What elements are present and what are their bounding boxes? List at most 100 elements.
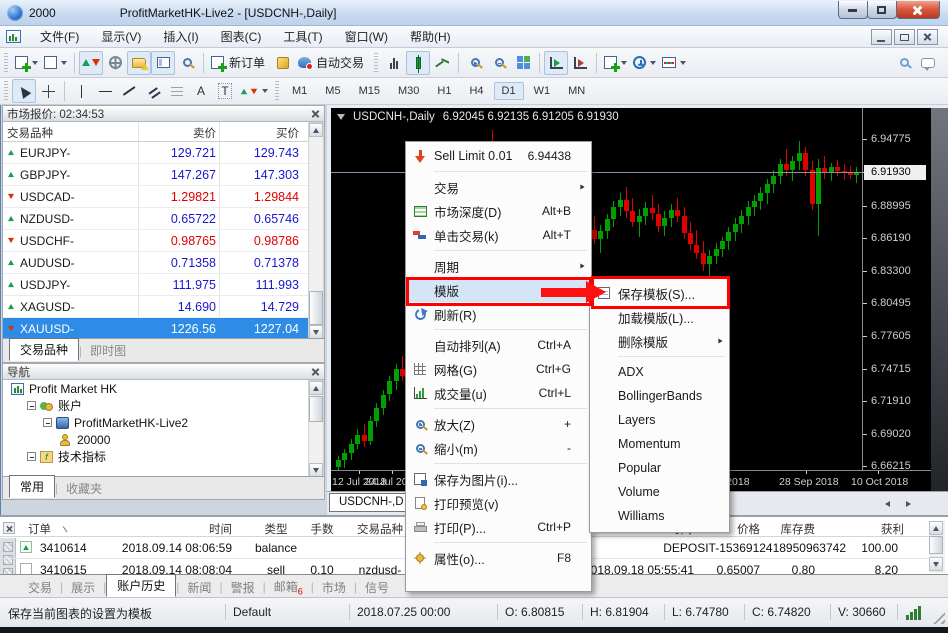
timeframe-h1-button[interactable]: H1 bbox=[429, 82, 459, 100]
text-label-tool-button[interactable]: T bbox=[213, 79, 237, 103]
navigator-close-icon[interactable] bbox=[311, 367, 320, 376]
market-watch-toggle-button[interactable] bbox=[79, 51, 103, 75]
collapse-expander-icon[interactable] bbox=[27, 452, 36, 461]
navigator-item-技术指标[interactable]: f技术指标 bbox=[3, 448, 308, 465]
navigator-item-ProfitMarketHK-Live2[interactable]: ProfitMarketHK-Live2 bbox=[3, 414, 308, 431]
market-watch-row-AUDUSD[interactable]: AUDUSD-0.713580.71378 bbox=[3, 252, 308, 274]
line-chart-button[interactable] bbox=[430, 51, 454, 75]
collapse-expander-icon[interactable] bbox=[43, 418, 52, 427]
metaeditor-button[interactable] bbox=[271, 51, 295, 75]
collapse-expander-icon[interactable] bbox=[27, 401, 36, 410]
toolbar-grip[interactable] bbox=[4, 53, 8, 73]
terminal-tab-警报[interactable]: 警报 bbox=[223, 577, 263, 598]
mdi-minimize-button[interactable] bbox=[871, 29, 892, 45]
toolbar-grip[interactable] bbox=[4, 81, 8, 101]
navigator-item-账户[interactable]: 账户 bbox=[3, 397, 308, 414]
channel-tool-button[interactable] bbox=[141, 79, 165, 103]
timeframe-mn-button[interactable]: MN bbox=[560, 82, 593, 100]
menu-item-插入I[interactable]: 插入(I) bbox=[152, 26, 209, 47]
strategy-tester-button[interactable] bbox=[175, 51, 199, 75]
terminal-toggle-button[interactable] bbox=[151, 51, 175, 75]
context-menu-item-属性o[interactable]: 属性(o)...F8 bbox=[406, 546, 591, 570]
timeframe-w1-button[interactable]: W1 bbox=[526, 82, 559, 100]
toolbar-grip[interactable] bbox=[275, 81, 279, 101]
template-submenu-item-Momentum[interactable]: Momentum bbox=[590, 432, 729, 456]
template-submenu-item-Volume[interactable]: Volume bbox=[590, 480, 729, 504]
resize-grip[interactable] bbox=[932, 611, 945, 624]
terminal-tab-账户历史[interactable]: 账户历史 bbox=[106, 574, 176, 597]
text-tool-button[interactable]: A bbox=[189, 79, 213, 103]
context-menu-item-缩小m[interactable]: 缩小(m)- bbox=[406, 436, 591, 460]
template-submenu-item-删除模版[interactable]: 删除模版 bbox=[590, 329, 729, 353]
context-menu-item-市场深度D[interactable]: 市场深度(D)Alt+B bbox=[406, 199, 591, 223]
price-scale[interactable]: 6.947756.919306.889956.861906.833006.804… bbox=[862, 108, 931, 470]
periods-button[interactable] bbox=[630, 51, 659, 75]
timeframe-h4-button[interactable]: H4 bbox=[461, 82, 491, 100]
chart-window-icon[interactable] bbox=[6, 30, 21, 43]
vertical-line-tool-button[interactable] bbox=[69, 79, 93, 103]
close-button[interactable] bbox=[896, 1, 940, 19]
community-chat-button[interactable] bbox=[916, 51, 940, 75]
context-menu-item-周期[interactable]: 周期 bbox=[406, 254, 591, 278]
zoom-in-button[interactable] bbox=[463, 51, 487, 75]
menu-item-文件F[interactable]: 文件(F) bbox=[29, 26, 90, 47]
terminal-tab-信号[interactable]: 信号 bbox=[357, 577, 397, 598]
chart-profiles-button[interactable] bbox=[41, 51, 70, 75]
template-submenu-item-Popular[interactable]: Popular bbox=[590, 456, 729, 480]
timeframe-m15-button[interactable]: M15 bbox=[351, 82, 388, 100]
terminal-scrollbar[interactable] bbox=[929, 521, 945, 573]
terminal-tab-市场[interactable]: 市场 bbox=[314, 577, 354, 598]
navigator-toggle-button[interactable] bbox=[127, 51, 151, 75]
template-submenu-item-Williams[interactable]: Williams bbox=[590, 504, 729, 528]
navigator-scrollbar[interactable] bbox=[308, 380, 324, 478]
data-window-button[interactable] bbox=[103, 51, 127, 75]
context-menu-item-自动排列A[interactable]: 自动排列(A)Ctrl+A bbox=[406, 333, 591, 357]
menu-item-显示V[interactable]: 显示(V) bbox=[90, 26, 152, 47]
template-submenu-item-Layers[interactable]: Layers bbox=[590, 408, 729, 432]
market-watch-row-XAGUSD[interactable]: XAGUSD-14.69014.729 bbox=[3, 296, 308, 318]
timeframe-m1-button[interactable]: M1 bbox=[284, 82, 315, 100]
terminal-tab-交易[interactable]: 交易 bbox=[20, 577, 60, 598]
navigator-item-20000[interactable]: 20000 bbox=[3, 431, 308, 448]
navigator-tab-常用[interactable]: 常用 bbox=[9, 475, 55, 498]
terminal-tab-展示[interactable]: 展示 bbox=[63, 577, 103, 598]
toolbar-grip[interactable] bbox=[374, 53, 378, 73]
zoom-out-button[interactable] bbox=[487, 51, 511, 75]
market-watch-close-icon[interactable] bbox=[311, 109, 320, 118]
menu-item-工具T[interactable]: 工具(T) bbox=[272, 26, 333, 47]
quick-trade-arrow-icon[interactable] bbox=[337, 114, 345, 120]
menu-item-帮助H[interactable]: 帮助(H) bbox=[399, 26, 462, 47]
new-chart-button[interactable] bbox=[12, 51, 41, 75]
context-menu-item-打印预览v[interactable]: 打印预览(v) bbox=[406, 491, 591, 515]
navigator-tab-收藏夹[interactable]: 收藏夹 bbox=[58, 478, 110, 499]
timeframe-m5-button[interactable]: M5 bbox=[317, 82, 348, 100]
market-watch-row-USDCAD[interactable]: USDCAD-1.298211.29844 bbox=[3, 186, 308, 208]
new-order-button[interactable]: 新订单 bbox=[208, 51, 271, 75]
context-menu-item-交易[interactable]: 交易 bbox=[406, 175, 591, 199]
auto-scroll-button[interactable] bbox=[544, 51, 568, 75]
context-menu-item-成交量u[interactable]: 成交量(u)Ctrl+L bbox=[406, 381, 591, 405]
minimize-button[interactable] bbox=[838, 1, 868, 19]
context-menu-item-保存为图片i[interactable]: 保存为图片(i)... bbox=[406, 467, 591, 491]
menu-item-图表C[interactable]: 图表(C) bbox=[210, 26, 273, 47]
indicators-button[interactable] bbox=[601, 51, 630, 75]
chart-shift-button[interactable] bbox=[568, 51, 592, 75]
fibonacci-tool-button[interactable] bbox=[165, 79, 189, 103]
arrows-tool-button[interactable] bbox=[237, 79, 271, 103]
trendline-tool-button[interactable] bbox=[117, 79, 141, 103]
timeframe-m30-button[interactable]: M30 bbox=[390, 82, 427, 100]
terminal-tab-邮箱[interactable]: 邮箱6 bbox=[266, 576, 311, 598]
terminal-tab-新闻[interactable]: 新闻 bbox=[179, 577, 219, 598]
context-menu-item-放大Z[interactable]: 放大(Z)+ bbox=[406, 412, 591, 436]
cursor-tool-button[interactable] bbox=[12, 79, 36, 103]
context-menu-item-网格G[interactable]: 网格(G)Ctrl+G bbox=[406, 357, 591, 381]
maximize-button[interactable] bbox=[867, 1, 897, 19]
market-watch-row-USDJPY[interactable]: USDJPY-111.975111.993 bbox=[3, 274, 308, 296]
market-watch-row-USDCHF[interactable]: USDCHF-0.987650.98786 bbox=[3, 230, 308, 252]
horizontal-line-tool-button[interactable] bbox=[93, 79, 117, 103]
context-menu-item-单击交易k[interactable]: 单击交易(k)Alt+T bbox=[406, 223, 591, 247]
chart-tab-usdcnh[interactable]: USDCNH-,D bbox=[329, 493, 414, 512]
candlestick-button[interactable] bbox=[406, 51, 430, 75]
template-submenu-item-BollingerBands[interactable]: BollingerBands bbox=[590, 384, 729, 408]
chart-tab-scroll-left-icon[interactable] bbox=[880, 497, 895, 511]
